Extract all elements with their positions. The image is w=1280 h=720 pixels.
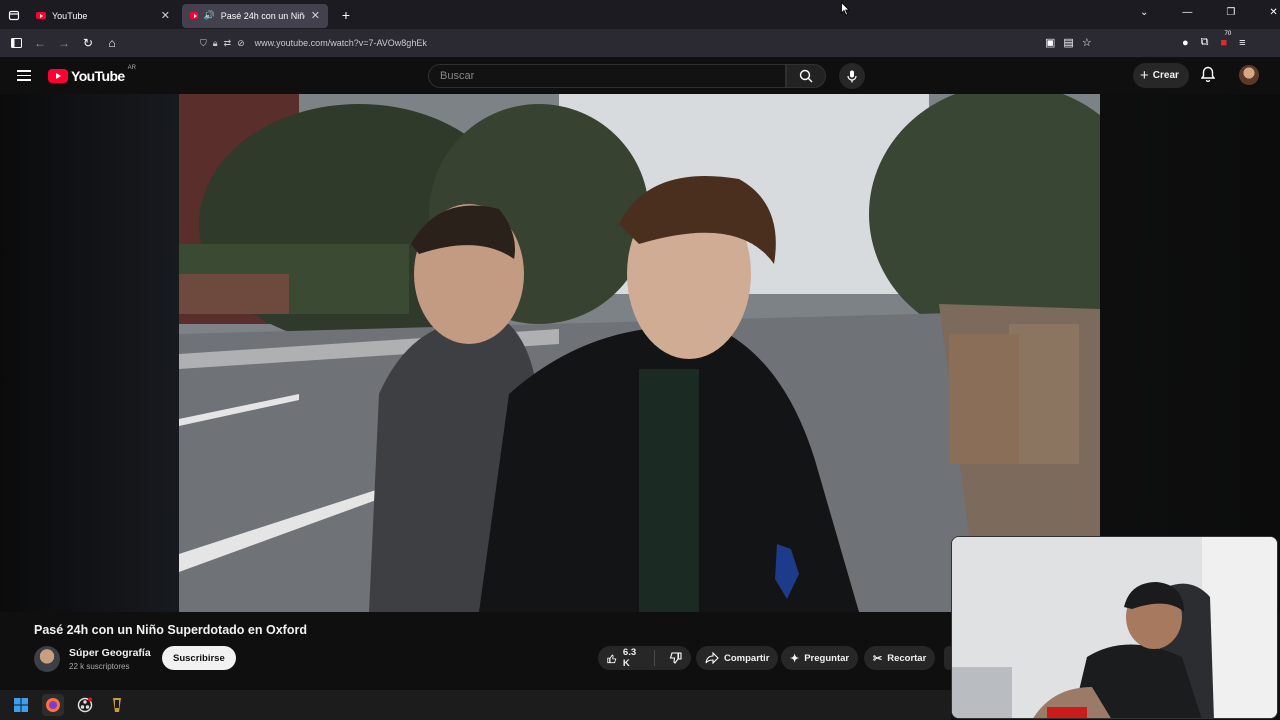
dislike-button[interactable]: [660, 646, 691, 670]
sidebar-icon[interactable]: [4, 31, 28, 55]
shield-icon[interactable]: ⛉: [200, 38, 207, 49]
home-icon[interactable]: ⌂: [100, 31, 124, 55]
speaker-icon[interactable]: 🔊: [204, 10, 215, 21]
share-label: Compartir: [724, 652, 770, 664]
mouse-cursor-icon: [841, 2, 850, 16]
share-button[interactable]: Compartir: [696, 646, 779, 670]
tab-video[interactable]: 🔊 Pasé 24h con un Niño Supe ✕: [182, 3, 328, 28]
close-window-icon[interactable]: ✕: [1269, 7, 1277, 18]
os-taskbar: [0, 690, 951, 720]
new-tab-icon[interactable]: +: [334, 3, 358, 27]
lock-icon[interactable]: 🔒︎: [213, 38, 218, 49]
url-bar[interactable]: ⛉ 🔒︎ ⇄ ⊘ www.youtube.com/watch?v=7-AVOw8…: [200, 32, 1100, 54]
youtube-favicon-icon: [190, 12, 198, 19]
tab-label: YouTube: [52, 10, 88, 21]
picture-in-picture-icon[interactable]: ▣: [1045, 36, 1055, 49]
firefox-icon[interactable]: [42, 694, 64, 716]
clip-button[interactable]: ✂ Recortar: [864, 646, 936, 670]
search-icon: [799, 69, 813, 83]
create-button[interactable]: + Crear: [1133, 63, 1189, 88]
country-code: AR: [127, 65, 136, 71]
tab-list-icon[interactable]: [0, 3, 28, 27]
like-button[interactable]: 6.3 K: [598, 646, 649, 670]
microphone-icon: [847, 70, 857, 82]
permissions-icon[interactable]: ⇄: [224, 38, 232, 49]
close-tab-icon[interactable]: ✕: [161, 9, 170, 22]
like-count: 6.3 K: [622, 647, 637, 669]
close-tab-icon[interactable]: ✕: [311, 9, 320, 22]
webcam-overlay: [951, 536, 1278, 719]
browser-tab-bar: YouTube ✕ 🔊 Pasé 24h con un Niño Supe ✕ …: [0, 0, 1280, 29]
hamburger-menu-icon[interactable]: [17, 70, 31, 81]
menu-icon[interactable]: ≡: [1239, 37, 1245, 49]
extension-badge-count: 70: [1224, 30, 1232, 37]
webcam-frame: [952, 537, 1277, 718]
thumbs-up-icon: [607, 653, 617, 663]
extensions-icon[interactable]: ⧉: [1201, 36, 1209, 49]
channel-avatar[interactable]: [34, 646, 60, 672]
obs-icon[interactable]: [74, 694, 96, 716]
minimize-icon[interactable]: —: [1182, 7, 1192, 18]
search-button[interactable]: [786, 64, 826, 88]
like-divider: [654, 650, 655, 666]
youtube-play-icon: [48, 69, 68, 83]
logo-text: YouTube: [71, 68, 125, 84]
plus-icon: +: [1140, 67, 1149, 84]
bell-icon: [1200, 66, 1216, 83]
forward-icon[interactable]: →: [52, 31, 76, 55]
channel-name[interactable]: Súper Geografía: [69, 647, 151, 659]
thumbs-down-icon: [669, 651, 682, 664]
video-title: Pasé 24h con un Niño Superdotado en Oxfo…: [34, 623, 307, 637]
back-icon[interactable]: ←: [28, 31, 52, 55]
ask-button[interactable]: ✦ Preguntar: [781, 646, 859, 670]
user-avatar[interactable]: [1239, 65, 1259, 85]
subscribe-button[interactable]: Suscribirse: [162, 646, 236, 670]
clip-label: Recortar: [887, 652, 927, 664]
ask-label: Preguntar: [804, 652, 850, 664]
restore-icon[interactable]: ❐: [1226, 7, 1235, 18]
youtube-header: YouTube AR Buscar + Crear: [0, 57, 1280, 94]
url-text[interactable]: www.youtube.com/watch?v=7-AVOw8ghEk: [255, 38, 427, 48]
reload-icon[interactable]: ↻: [76, 31, 100, 55]
tab-label: Pasé 24h con un Niño Supe: [220, 10, 305, 21]
youtube-favicon-icon: [36, 12, 46, 19]
youtube-logo[interactable]: YouTube AR: [48, 65, 136, 84]
account-icon[interactable]: ●: [1182, 37, 1189, 49]
video-stage: [0, 94, 1280, 612]
notifications-button[interactable]: [1200, 66, 1216, 87]
extension-badge-icon[interactable]: ■ 70: [1221, 31, 1232, 49]
like-dislike-group: 6.3 K: [598, 646, 691, 670]
voice-search-button[interactable]: [839, 63, 865, 89]
video-player[interactable]: [179, 94, 1100, 612]
tab-overflow-chevron-icon[interactable]: ⌄: [1140, 7, 1148, 18]
subscriber-count: 22 k suscriptores: [69, 662, 130, 671]
share-icon: [705, 652, 719, 664]
scissors-icon: ✂: [873, 652, 883, 665]
game-launcher-icon[interactable]: [106, 694, 128, 716]
reader-view-icon[interactable]: ▤: [1063, 36, 1073, 49]
bookmark-star-icon[interactable]: ☆: [1082, 36, 1092, 49]
sparkle-icon: ✦: [790, 652, 800, 665]
video-frame: [179, 94, 1100, 612]
search-placeholder: Buscar: [440, 70, 475, 82]
browser-nav-bar: ← → ↻ ⌂ ⛉ 🔒︎ ⇄ ⊘ www.youtube.com/watch?v…: [0, 29, 1280, 57]
create-label: Crear: [1152, 70, 1179, 81]
windows-start-icon[interactable]: [10, 694, 32, 716]
autoplay-blocked-icon[interactable]: ⊘: [237, 38, 245, 49]
search-input[interactable]: Buscar: [428, 64, 786, 88]
tab-youtube[interactable]: YouTube ✕: [28, 4, 178, 28]
